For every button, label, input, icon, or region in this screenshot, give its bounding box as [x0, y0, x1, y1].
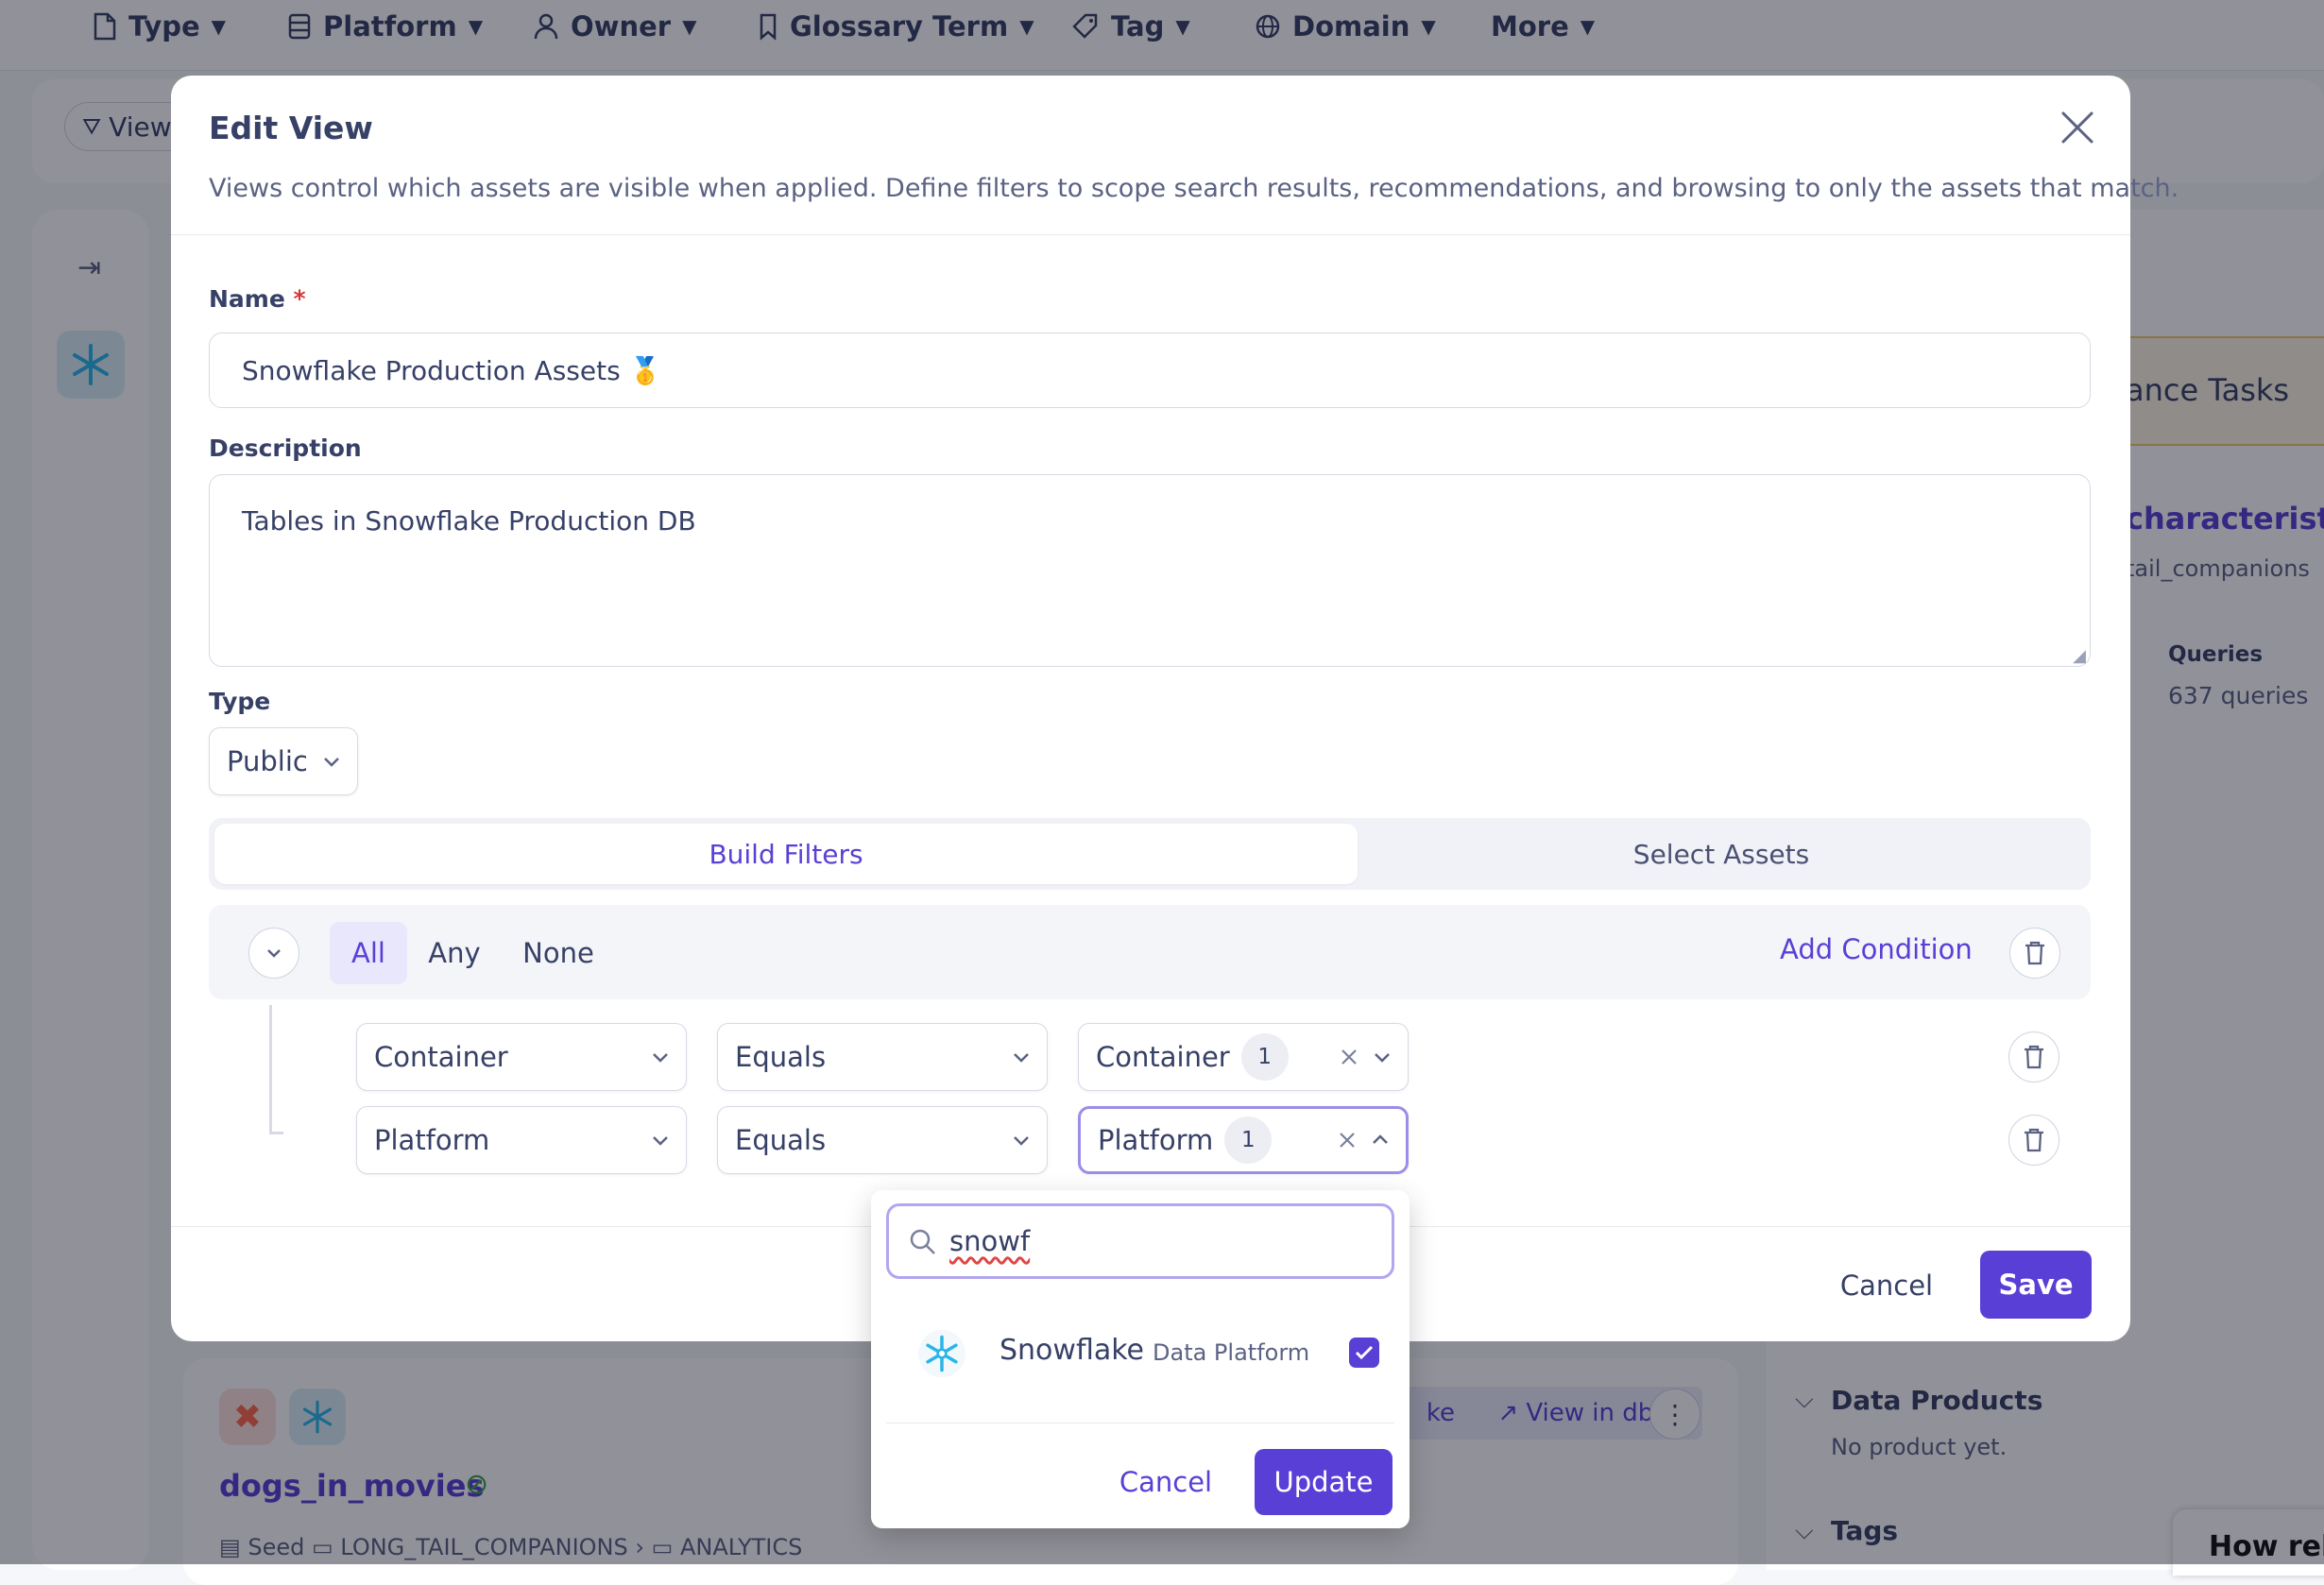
name-input[interactable]: Snowflake Production Assets 🥇 [209, 332, 2091, 408]
required-mark: * [293, 285, 306, 313]
logic-any-label: Any [428, 937, 481, 969]
condition-operator-value: Equals [735, 1124, 827, 1156]
search-icon [910, 1229, 935, 1254]
option-checkbox[interactable] [1349, 1338, 1379, 1368]
filter-mode-tabs: Build Filters Select Assets [209, 818, 2091, 890]
tab-select-assets-label: Select Assets [1632, 838, 1810, 870]
condition-field-value: Container [374, 1041, 508, 1073]
clear-icon[interactable] [1338, 1131, 1357, 1150]
chevron-down-icon [653, 1053, 668, 1063]
dropdown-cancel-button[interactable]: Cancel [1105, 1449, 1226, 1515]
cancel-button-label: Cancel [1839, 1270, 1934, 1302]
chevron-down-icon [653, 1136, 668, 1146]
chevron-down-icon [324, 758, 339, 767]
platform-option-snowflake[interactable]: Snowflake Data Platform [886, 1309, 1394, 1396]
type-label: Type [209, 688, 271, 715]
search-input-value: snowf [949, 1225, 1031, 1257]
trash-icon [2025, 1045, 2043, 1069]
condition-value-text: Container [1096, 1041, 1230, 1073]
divider [171, 234, 2130, 235]
logic-none-label: None [522, 937, 594, 969]
name-input-value: Snowflake Production Assets 🥇 [242, 354, 662, 386]
logic-all[interactable]: All [330, 922, 407, 984]
option-name: Snowflake [1000, 1334, 1144, 1367]
description-label: Description [209, 435, 362, 462]
collapse-group-button[interactable] [248, 928, 299, 979]
type-select-value: Public [227, 745, 308, 777]
logic-none[interactable]: None [505, 922, 611, 984]
value-select-controls [1338, 1130, 1391, 1150]
save-button-label: Save [1998, 1269, 2074, 1301]
clear-icon[interactable] [1340, 1048, 1359, 1066]
condition-field-value: Platform [374, 1124, 490, 1156]
close-icon[interactable] [2058, 108, 2097, 147]
save-button[interactable]: Save [1980, 1251, 2092, 1319]
chevron-up-icon [1373, 1134, 1388, 1144]
tab-build-filters[interactable]: Build Filters [214, 824, 1358, 884]
update-button[interactable]: Update [1255, 1449, 1393, 1515]
condition-field-select[interactable]: Container [356, 1023, 687, 1091]
chevron-down-icon [1014, 1136, 1029, 1146]
condition-field-select[interactable]: Platform [356, 1106, 687, 1174]
chevron-down-icon [267, 949, 281, 958]
add-condition-button[interactable]: Add Condition [1780, 933, 1973, 965]
checkmark-icon [1355, 1345, 1374, 1360]
chevron-down-icon [1375, 1053, 1390, 1063]
condition-value-text: Platform [1098, 1124, 1214, 1156]
platform-search-input[interactable]: snowf [886, 1203, 1394, 1279]
condition-value-select-open[interactable]: Platform 1 [1078, 1106, 1409, 1174]
trash-icon [2025, 1128, 2043, 1152]
tab-select-assets[interactable]: Select Assets [1358, 824, 2085, 884]
description-value: Tables in Snowflake Production DB [242, 505, 696, 537]
logic-any[interactable]: Any [415, 922, 494, 984]
modal-description: Views control which assets are visible w… [209, 174, 2179, 203]
delete-condition-button[interactable] [2008, 1031, 2059, 1082]
trash-icon [2025, 941, 2044, 965]
value-select-controls [1340, 1047, 1393, 1067]
condition-operator-value: Equals [735, 1041, 827, 1073]
condition-operator-select[interactable]: Equals [717, 1023, 1048, 1091]
condition-operator-select[interactable]: Equals [717, 1106, 1048, 1174]
delete-group-button[interactable] [2009, 928, 2060, 979]
selected-count-badge: 1 [1224, 1116, 1273, 1164]
modal-title: Edit View [209, 110, 373, 146]
logic-all-label: All [351, 937, 385, 969]
condition-value-group: Container 1 [1096, 1033, 1289, 1081]
selected-count-badge: 1 [1240, 1033, 1289, 1081]
chevron-down-icon [1014, 1053, 1029, 1063]
name-label: Name * [209, 285, 306, 313]
resize-handle-icon[interactable]: ◢ [2073, 646, 2086, 666]
option-type: Data Platform [1153, 1339, 1310, 1366]
name-label-text: Name [209, 285, 285, 313]
update-button-label: Update [1273, 1466, 1374, 1498]
cancel-button[interactable]: Cancel [1816, 1253, 1957, 1319]
dropdown-cancel-label: Cancel [1119, 1466, 1213, 1498]
type-select[interactable]: Public [209, 727, 358, 795]
condition-value-select[interactable]: Container 1 [1078, 1023, 1409, 1091]
condition-value-group: Platform 1 [1098, 1116, 1273, 1164]
delete-condition-button[interactable] [2008, 1115, 2059, 1166]
tab-build-filters-label: Build Filters [709, 838, 863, 870]
description-textarea[interactable]: Tables in Snowflake Production DB ◢ [209, 474, 2091, 667]
snowflake-icon [918, 1330, 965, 1377]
condition-tree-line [269, 1005, 283, 1134]
